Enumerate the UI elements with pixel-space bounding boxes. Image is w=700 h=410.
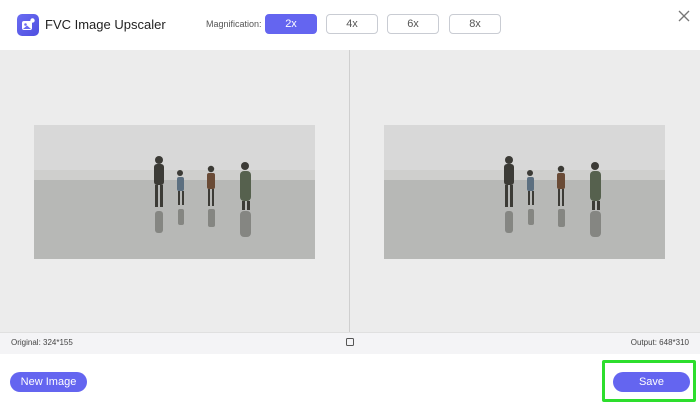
original-size-text: Original: 324*155 — [11, 338, 73, 347]
app-title: FVC Image Upscaler — [45, 17, 166, 32]
output-image — [384, 125, 665, 259]
app-logo-icon — [17, 14, 39, 36]
new-image-button[interactable]: New Image — [10, 372, 87, 392]
app-header: FVC Image Upscaler Magnification: 2x 4x … — [0, 0, 700, 50]
save-highlight-box — [602, 360, 696, 402]
magnification-2x-button[interactable]: 2x — [265, 14, 317, 34]
compare-icon[interactable] — [345, 337, 355, 347]
magnification-label: Magnification: — [206, 19, 262, 29]
magnification-4x-button[interactable]: 4x — [326, 14, 378, 34]
close-icon[interactable] — [676, 8, 692, 24]
output-size-text: Output: 648*310 — [630, 338, 689, 347]
magnification-6x-button[interactable]: 6x — [387, 14, 439, 34]
footer: New Image Save — [0, 354, 700, 410]
compare-divider[interactable] — [349, 50, 350, 332]
magnification-8x-button[interactable]: 8x — [449, 14, 501, 34]
original-image — [34, 125, 315, 259]
